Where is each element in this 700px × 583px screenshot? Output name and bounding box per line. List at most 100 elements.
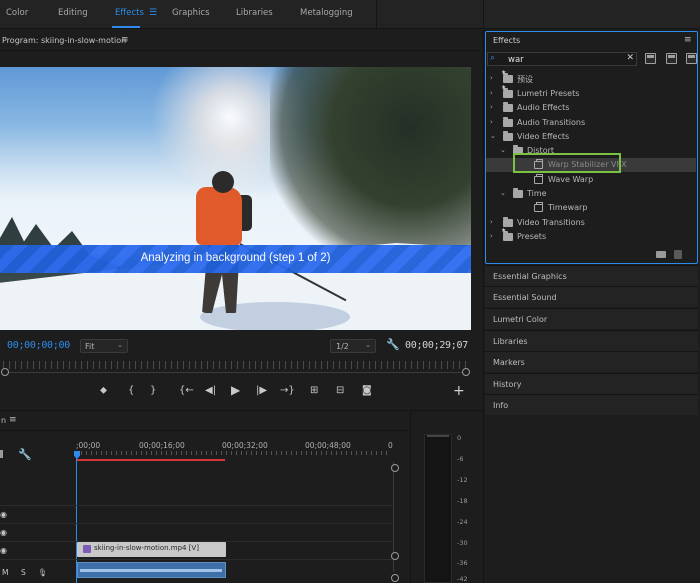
tree-item[interactable]: ⌄ Video Effects (486, 130, 696, 144)
timeline-title[interactable]: n (1, 416, 6, 425)
resolution-value: 1/2 (336, 342, 349, 351)
chevron-right-icon[interactable]: › (490, 118, 493, 126)
panel-info[interactable]: Info (485, 394, 698, 415)
new-bin-icon[interactable] (656, 251, 666, 258)
video-frame: Analyzing in background (step 1 of 2) (0, 67, 471, 330)
step-forward-icon[interactable]: |▶ (256, 385, 267, 396)
active-tab-underline (112, 26, 140, 28)
chevron-down-icon: ⌄ (365, 341, 371, 349)
program-title[interactable]: Program: skiing-in-slow-motion (2, 36, 126, 45)
tree-item[interactable]: › Audio Effects (486, 101, 696, 115)
panel-libraries[interactable]: Libraries (485, 330, 698, 351)
panel-essential-graphics[interactable]: Essential Graphics (485, 265, 698, 286)
mark-out-icon[interactable]: } (150, 385, 156, 396)
fit-dropdown[interactable]: Fit ⌄ (80, 339, 128, 353)
hamburger-icon[interactable]: ≡ (121, 35, 129, 45)
chevron-right-icon[interactable]: › (490, 103, 493, 111)
go-to-in-icon[interactable]: {← (179, 385, 194, 396)
add-button-icon[interactable]: + (453, 383, 465, 399)
chevron-down-icon[interactable]: ⌄ (490, 132, 496, 140)
timeline-ruler[interactable] (76, 451, 391, 455)
chevron-right-icon[interactable]: › (490, 232, 493, 240)
effects-panel-title[interactable]: Effects (493, 36, 520, 45)
effect-icon (534, 174, 543, 184)
marker-icon[interactable]: ⬥ (100, 385, 107, 396)
tree-item-label: Lumetri Presets (517, 89, 580, 98)
workspace-tab-effects[interactable]: Effects (115, 8, 144, 18)
search-icon: ⌕ (490, 53, 496, 63)
time-tick: 00;00;16;00 (139, 441, 185, 450)
tree-item[interactable]: ⌄ Time (486, 187, 696, 201)
zoom-bar[interactable] (3, 372, 467, 373)
hamburger-icon[interactable]: ≡ (9, 415, 17, 425)
effects-search-field[interactable]: ⌕ war ✕ (487, 52, 637, 66)
chevron-down-icon: ⌄ (117, 341, 123, 349)
current-timecode[interactable]: 00;00;00;00 (7, 340, 70, 351)
workspace-tab-editing[interactable]: Editing (58, 8, 88, 18)
zoom-handle-extra[interactable] (391, 574, 399, 582)
workspace-tab-color[interactable]: Color (6, 8, 28, 18)
tree-item[interactable]: › 预设 (486, 69, 696, 86)
hamburger-icon[interactable]: ≡ (684, 35, 692, 45)
chevron-down-icon[interactable]: ⌄ (500, 146, 506, 154)
step-back-icon[interactable]: ◀| (205, 385, 216, 396)
accelerated-effects-icon[interactable] (645, 53, 656, 64)
lift-icon[interactable]: ⊞ (310, 385, 318, 396)
mute-button[interactable]: M (2, 568, 8, 577)
panel-essential-sound[interactable]: Essential Sound (485, 286, 698, 307)
wrench-icon[interactable]: 🔧 (18, 448, 32, 461)
panel-markers[interactable]: Markers (485, 351, 698, 372)
time-tick: 00;00;32;00 (222, 441, 268, 450)
zoom-handle-left[interactable] (1, 368, 9, 376)
solo-button[interactable]: S (21, 568, 26, 577)
time-tick: ;00;00 (76, 441, 101, 450)
close-icon[interactable]: ✕ (626, 53, 634, 63)
play-icon[interactable]: ▶ (231, 383, 240, 397)
extract-icon[interactable]: ⊟ (336, 385, 344, 396)
zoom-handle-top[interactable] (391, 464, 399, 472)
workspace-tab-libraries[interactable]: Libraries (236, 8, 273, 18)
panel-label: Essential Graphics (493, 272, 567, 281)
eye-icon[interactable]: ◉ (0, 546, 7, 555)
microphone-icon[interactable]: 🎙 (38, 568, 48, 577)
resolution-dropdown[interactable]: 1/2 ⌄ (330, 339, 376, 353)
workspace-bar: Color Editing Effects ☰ Graphics Librari… (0, 0, 700, 29)
tree-item[interactable]: › Video Transitions (486, 216, 696, 230)
tree-item[interactable]: › Presets (486, 227, 696, 244)
skier-helmet (212, 171, 234, 193)
tree-item[interactable]: Wave Warp (486, 173, 696, 187)
tree-item-label: 预设 (517, 75, 533, 84)
video-clip[interactable]: skiing-in-slow-motion.mp4 [V] (77, 542, 226, 557)
go-to-out-icon[interactable]: →} (280, 385, 295, 396)
tree-item[interactable]: Timewarp (486, 201, 696, 215)
mark-in-icon[interactable]: { (128, 385, 134, 396)
workspace-tab-metalogging[interactable]: Metalogging (300, 8, 353, 18)
panel-history[interactable]: History (485, 373, 698, 394)
workspace-tab-graphics[interactable]: Graphics (172, 8, 210, 18)
tree-item[interactable]: › Lumetri Presets (486, 84, 696, 101)
hamburger-icon[interactable]: ☰ (149, 8, 157, 18)
audio-clip[interactable] (77, 562, 226, 578)
yuv-effects-icon[interactable] (686, 53, 697, 64)
chevron-right-icon[interactable]: › (490, 74, 493, 82)
eye-icon[interactable]: ◉ (0, 528, 7, 537)
zoom-handle-bottom[interactable] (391, 552, 399, 560)
trash-icon[interactable] (674, 250, 682, 259)
chevron-right-icon[interactable]: › (490, 218, 493, 226)
wrench-icon[interactable]: 🔧 (386, 338, 400, 351)
snap-icon[interactable] (0, 450, 3, 458)
panel-label: History (493, 380, 522, 389)
zoom-handle-right[interactable] (462, 368, 470, 376)
folder-icon (513, 188, 523, 198)
export-frame-icon[interactable]: ◙ (362, 385, 372, 396)
program-ruler[interactable] (3, 361, 467, 369)
eye-icon[interactable]: ◉ (0, 510, 7, 519)
tree-item[interactable]: › Audio Transitions (486, 116, 696, 130)
panel-lumetri-color[interactable]: Lumetri Color (485, 308, 698, 329)
chevron-right-icon[interactable]: › (490, 89, 493, 97)
32bit-effects-icon[interactable] (666, 53, 677, 64)
search-value: war (508, 55, 524, 65)
chevron-down-icon[interactable]: ⌄ (500, 189, 506, 197)
divider (0, 50, 480, 51)
divider (483, 0, 484, 29)
